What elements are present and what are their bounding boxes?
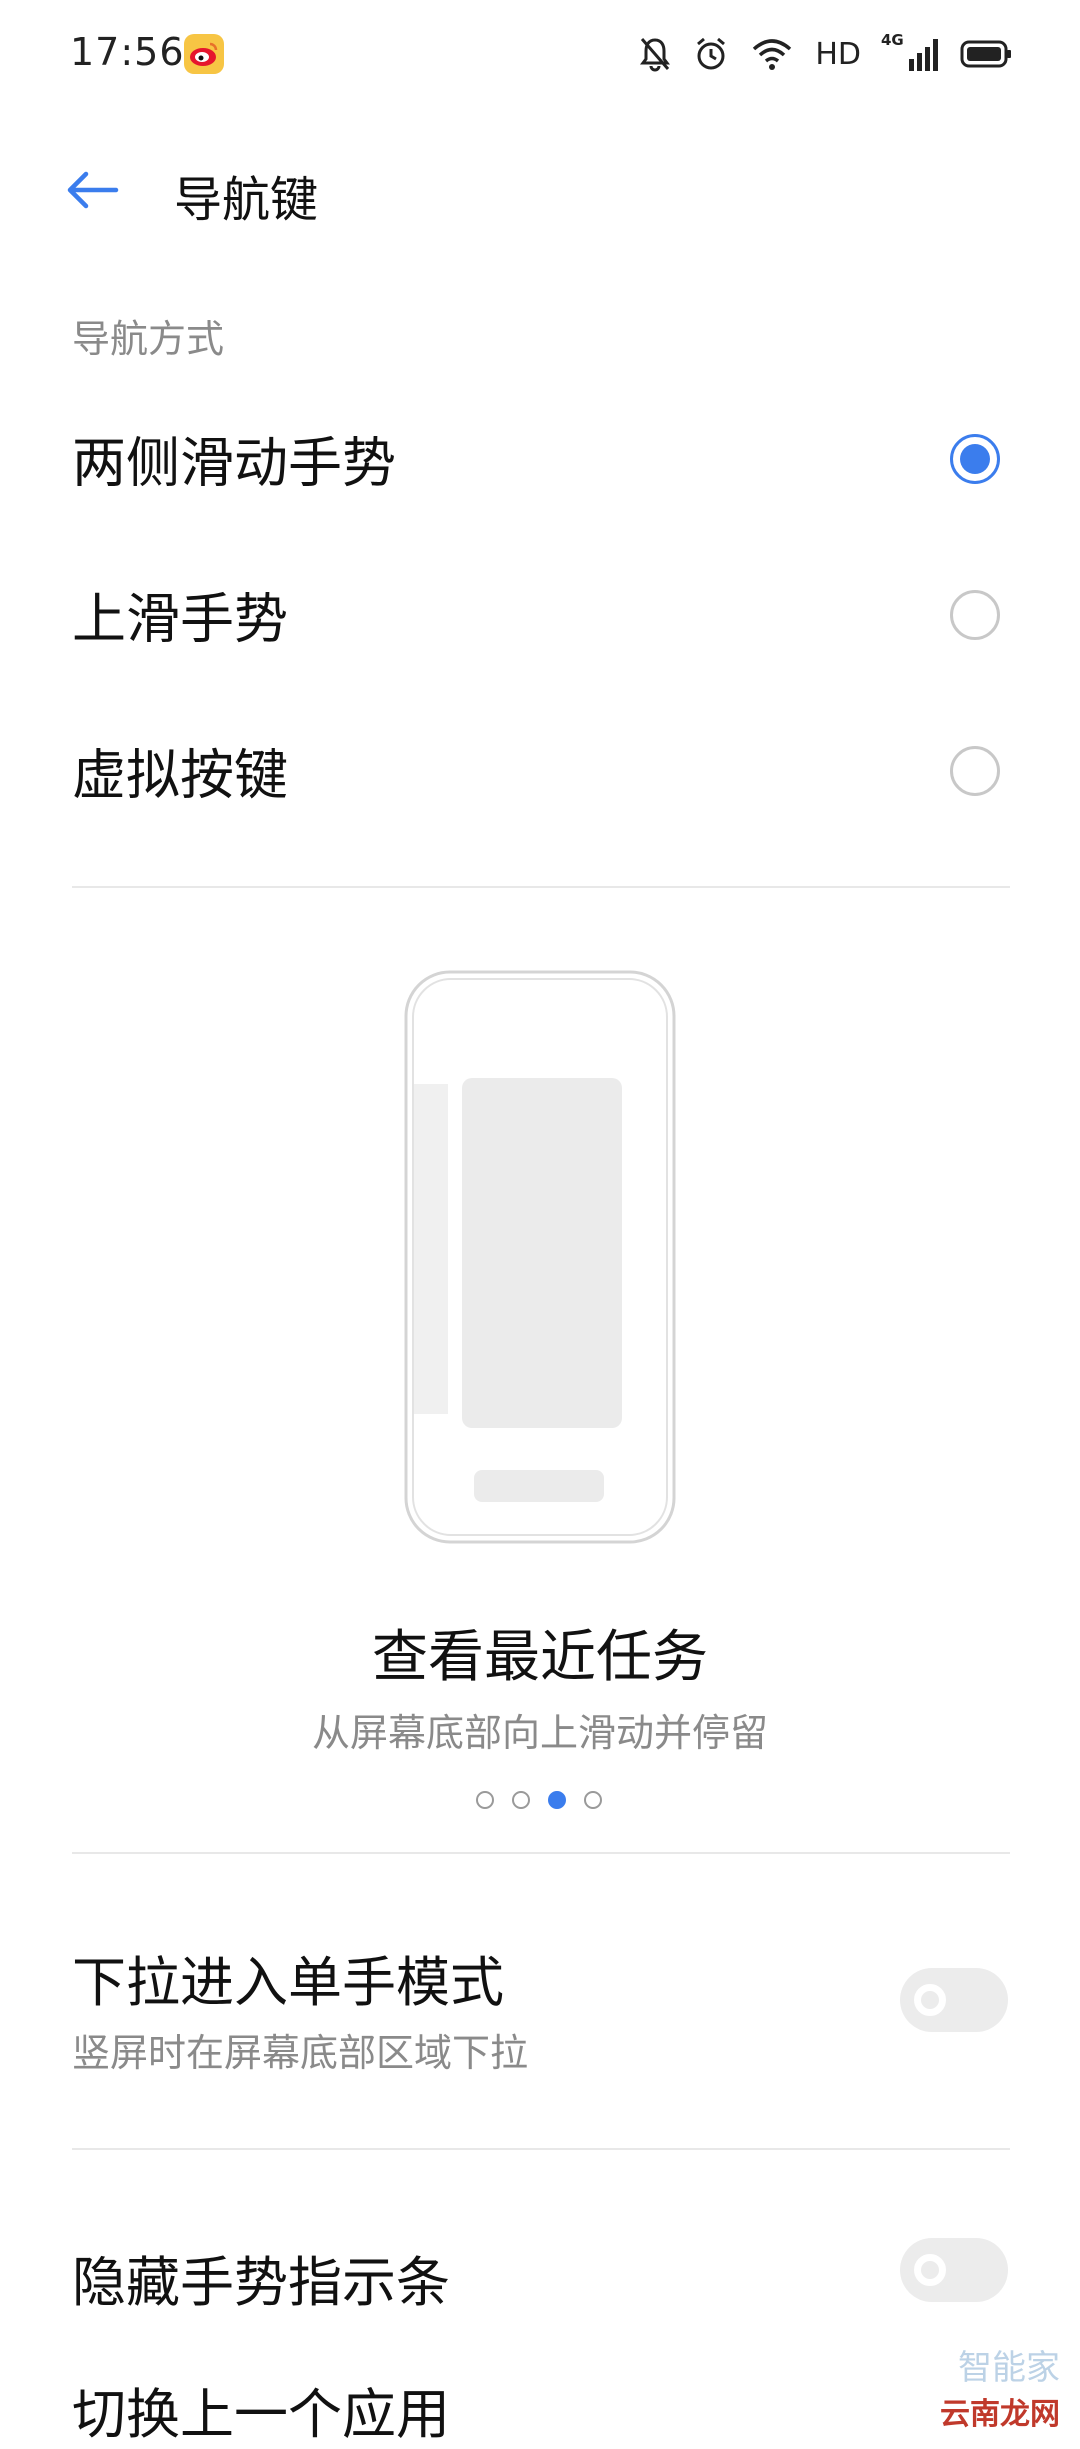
page-indicator: [476, 1791, 602, 1809]
nav-option-label: 上滑手势: [72, 587, 288, 651]
nav-option-label: 虚拟按键: [72, 743, 288, 807]
gesture-title: 查看最近任务: [372, 1625, 708, 1690]
one-hand-mode-toggle[interactable]: [900, 1968, 1008, 2032]
status-icons: HD 4G: [639, 30, 1012, 78]
watermark-top-text: 智能家: [958, 2348, 1060, 2388]
setting-subtitle-one-hand-mode: 竖屏时在屏幕底部区域下拉: [72, 2031, 529, 2075]
nav-option-side-swipe[interactable]: 两侧滑动手势: [0, 380, 1080, 536]
setting-title-hide-gesture-bar: 隐藏手势指示条: [72, 2251, 450, 2314]
mute-bell-icon: [640, 38, 671, 72]
divider: [72, 1852, 1010, 1854]
radio-button-selected[interactable]: [950, 434, 1000, 484]
page-title: 导航键: [174, 172, 319, 228]
alarm-icon: [697, 37, 726, 70]
switch-previous-app-row[interactable]: 切换上一个应用: [72, 2370, 722, 2446]
page-dot[interactable]: [512, 1791, 530, 1809]
watermark: 智能家 云南龙网: [940, 2340, 1060, 2433]
page-dot[interactable]: [584, 1791, 602, 1809]
weibo-icon: [184, 34, 224, 74]
gesture-subtitle: 从屏幕底部向上滑动并停留: [311, 1711, 768, 1755]
radio-button[interactable]: [950, 746, 1000, 796]
back-arrow-icon: [67, 171, 119, 209]
battery-icon: [960, 40, 1011, 68]
nav-option-swipe-up[interactable]: 上滑手势: [0, 536, 1080, 692]
back-button[interactable]: [60, 158, 124, 222]
signal-icon: 4G: [881, 31, 938, 71]
nav-option-label: 两侧滑动手势: [72, 431, 396, 495]
section-label-navigation-mode: 导航方式: [72, 317, 225, 361]
nav-option-virtual-keys[interactable]: 虚拟按键: [0, 692, 1080, 848]
radio-button[interactable]: [950, 590, 1000, 640]
watermark-bottom-text: 云南龙网: [940, 2397, 1060, 2432]
page-dot-active[interactable]: [548, 1791, 566, 1809]
divider: [72, 886, 1010, 888]
network-gen-label: 4G: [881, 31, 904, 49]
hide-gesture-bar-toggle[interactable]: [900, 2238, 1008, 2302]
status-time: 17:56: [70, 30, 185, 74]
divider: [72, 2148, 1010, 2150]
phone-illustration: [404, 970, 676, 1544]
wifi-icon: [753, 39, 792, 70]
setting-title-one-hand-mode: 下拉进入单手模式: [72, 1951, 504, 2014]
switch-previous-app-label: 切换上一个应用: [72, 2383, 450, 2446]
page-dot[interactable]: [476, 1791, 494, 1809]
network-hd-label: HD: [815, 36, 861, 72]
